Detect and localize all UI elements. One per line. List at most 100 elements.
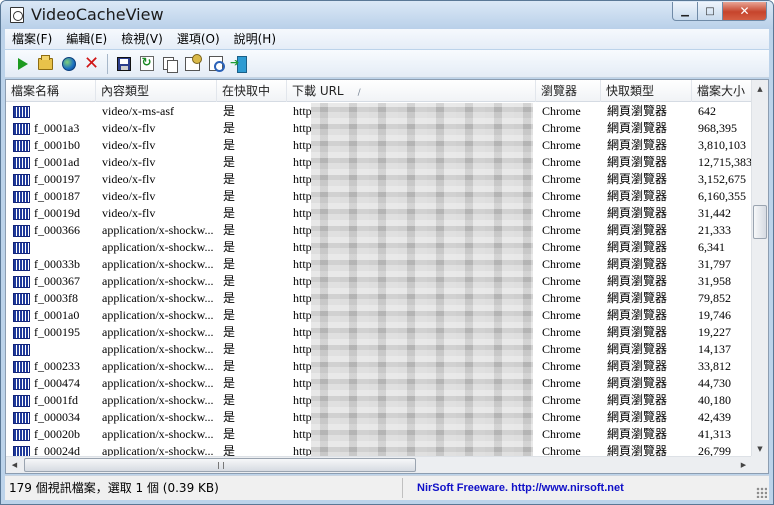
exit-button[interactable] (227, 53, 250, 75)
window-title: VideoCacheView (31, 5, 164, 24)
cell-in-cache: 是 (223, 274, 236, 288)
cell-file-size: 19,227 (698, 325, 731, 339)
video-file-icon (13, 395, 30, 407)
cell-content-type: application/x-shockw... (102, 240, 214, 254)
column-header-content-type[interactable]: 內容類型 (96, 80, 217, 102)
column-header-in-cache[interactable]: 在快取中 (217, 80, 287, 102)
cell-browser: Chrome (542, 427, 581, 441)
cell-file-size: 31,958 (698, 274, 731, 288)
delete-button[interactable]: ✕ (80, 53, 103, 75)
video-file-icon (13, 174, 30, 186)
cell-in-cache: 是 (223, 342, 236, 356)
cell-in-cache: 是 (223, 393, 236, 407)
cell-cache-type: 網頁瀏覽器 (607, 189, 668, 203)
horizontal-scrollbar[interactable]: ◀ ▶ (6, 456, 752, 473)
cell-content-type: video/x-flv (102, 189, 156, 203)
column-header-download-url[interactable]: 下載 URL / (287, 80, 536, 102)
open-folder-button[interactable] (34, 53, 57, 75)
find-icon (208, 56, 225, 72)
cell-file-size: 41,313 (698, 427, 731, 441)
cell-file-size: 6,160,355 (698, 189, 746, 203)
cell-cache-type: 網頁瀏覽器 (607, 155, 668, 169)
cell-content-type: video/x-flv (102, 206, 156, 220)
menu-help[interactable]: 說明(H) (227, 29, 283, 49)
scroll-left-arrow-icon[interactable]: ◀ (6, 457, 23, 473)
delete-icon: ✕ (83, 52, 100, 74)
cell-content-type: video/x-flv (102, 138, 156, 152)
column-header-filename[interactable]: 檔案名稱 (6, 80, 96, 102)
copy-button[interactable] (158, 53, 181, 75)
cell-content-type: application/x-shockw... (102, 427, 214, 441)
status-summary: 179 個視訊檔案，選取 1 個 (0.39 KB) (5, 478, 403, 498)
close-button[interactable]: ✕ (723, 2, 767, 21)
resize-grip-icon[interactable] (756, 487, 767, 498)
column-header-cache-type[interactable]: 快取類型 (601, 80, 692, 102)
toolbar-separator (107, 53, 108, 74)
nirsoft-link[interactable]: NirSoft Freeware. http://www.nirsoft.net (417, 478, 624, 498)
column-header-browser[interactable]: 瀏覽器 (536, 80, 601, 102)
title-bar[interactable]: VideoCacheView ▁ □ ✕ (1, 1, 773, 29)
cell-browser: Chrome (542, 291, 581, 305)
video-file-icon (13, 344, 30, 356)
video-file-icon (13, 225, 30, 237)
cell-in-cache: 是 (223, 172, 236, 186)
cell-cache-type: 網頁瀏覽器 (607, 359, 668, 373)
cell-in-cache: 是 (223, 257, 236, 271)
horizontal-scroll-thumb[interactable] (24, 458, 416, 472)
exit-icon (230, 56, 247, 73)
cell-file-size: 42,439 (698, 410, 731, 424)
properties-button[interactable] (181, 53, 204, 75)
toolbar: ✕ (5, 50, 769, 78)
maximize-button[interactable]: □ (698, 2, 723, 21)
refresh-icon (139, 55, 154, 71)
cell-in-cache: 是 (223, 206, 236, 220)
globe-icon (61, 56, 76, 71)
cell-in-cache: 是 (223, 104, 236, 118)
minimize-button[interactable]: ▁ (672, 2, 698, 21)
video-file-icon (13, 412, 30, 424)
cell-file-size: 21,333 (698, 223, 731, 237)
cell-content-type: application/x-shockw... (102, 410, 214, 424)
cell-cache-type: 網頁瀏覽器 (607, 376, 668, 390)
cell-browser: Chrome (542, 155, 581, 169)
cell-cache-type: 網頁瀏覽器 (607, 308, 668, 322)
cell-filename: f_0001ad (34, 155, 80, 169)
cell-cache-type: 網頁瀏覽器 (607, 325, 668, 339)
menu-edit[interactable]: 編輯(E) (59, 29, 114, 49)
cell-browser: Chrome (542, 257, 581, 271)
cell-filename: f_0001a3 (34, 121, 80, 135)
menu-file[interactable]: 檔案(F) (5, 29, 59, 49)
video-file-icon (13, 242, 30, 254)
videocacheview-app-icon[interactable] (10, 7, 24, 23)
open-folder-icon (38, 54, 53, 70)
cell-filename: f_00033b (34, 257, 80, 271)
scroll-up-arrow-icon[interactable]: ▲ (752, 80, 768, 97)
copy-icon (163, 56, 178, 73)
cell-file-size: 19,746 (698, 308, 731, 322)
cell-cache-type: 網頁瀏覽器 (607, 274, 668, 288)
play-button[interactable] (11, 53, 34, 75)
find-button[interactable] (204, 53, 227, 75)
cell-cache-type: 網頁瀏覽器 (607, 410, 668, 424)
scroll-down-arrow-icon[interactable]: ▼ (752, 440, 768, 457)
scroll-right-arrow-icon[interactable]: ▶ (735, 457, 752, 473)
cell-cache-type: 網頁瀏覽器 (607, 121, 668, 135)
cell-filename (30, 239, 96, 256)
menu-bar: 檔案(F) 編輯(E) 檢視(V) 選項(O) 說明(H) (5, 29, 769, 49)
cell-content-type: video/x-flv (102, 155, 156, 169)
vertical-scroll-thumb[interactable] (753, 205, 767, 239)
save-button[interactable] (112, 53, 135, 75)
app-window: VideoCacheView ▁ □ ✕ 檔案(F) 編輯(E) 檢視(V) 選… (0, 0, 774, 505)
vertical-scrollbar[interactable]: ▲ ▼ (751, 80, 768, 457)
cell-content-type: application/x-shockw... (102, 376, 214, 390)
cell-browser: Chrome (542, 172, 581, 186)
refresh-button[interactable] (135, 53, 158, 75)
menu-options[interactable]: 選項(O) (170, 29, 227, 49)
video-cache-list[interactable]: 檔案名稱 內容類型 在快取中 下載 URL / 瀏覽器 快取類型 檔案大小 vid… (5, 79, 769, 474)
cell-content-type: application/x-shockw... (102, 291, 214, 305)
menu-view[interactable]: 檢視(V) (114, 29, 170, 49)
open-url-button[interactable] (57, 53, 80, 75)
column-header-file-size[interactable]: 檔案大小 (692, 80, 752, 102)
cell-file-size: 14,137 (698, 342, 731, 356)
cell-content-type: video/x-flv (102, 121, 156, 135)
